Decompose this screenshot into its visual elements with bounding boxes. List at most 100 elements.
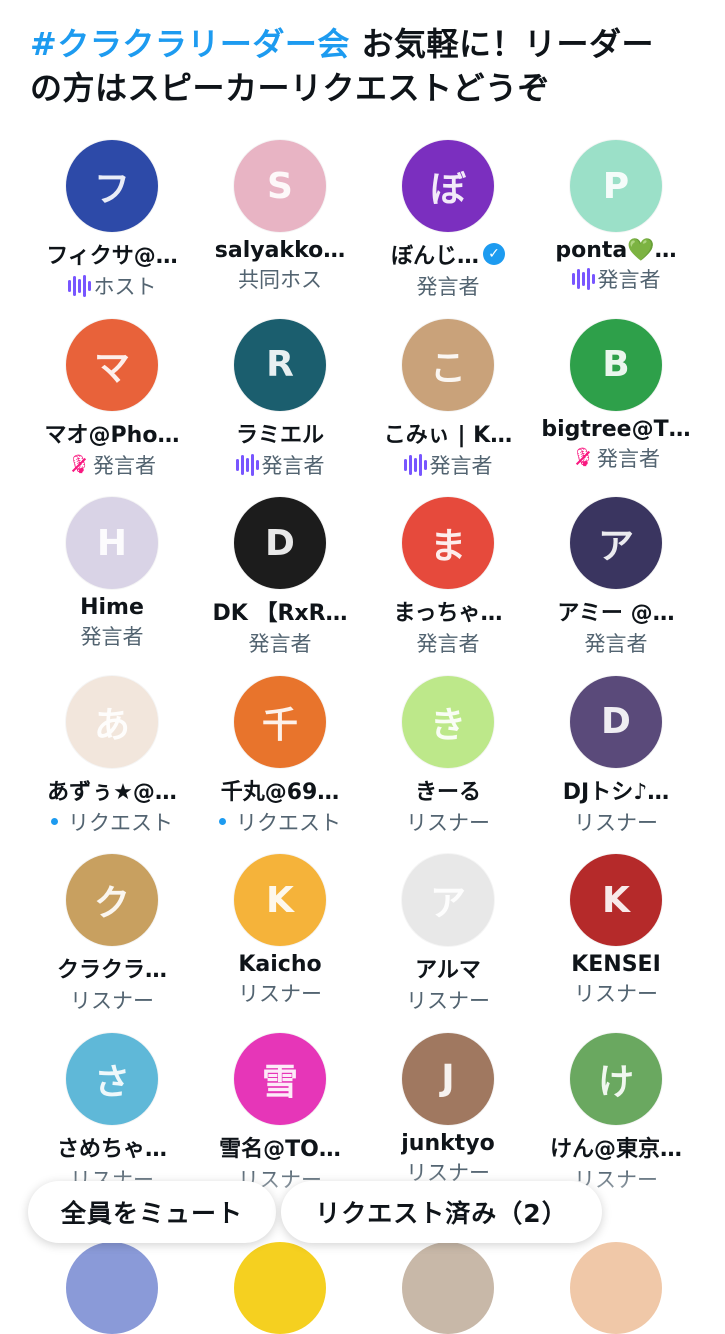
participant-card[interactable]: Pponta💚… 発言者 xyxy=(532,140,700,319)
participant-card[interactable]: Bbigtree@T… 🎙 発言者 xyxy=(532,318,700,498)
participant-name-text: あずぅ★@… xyxy=(47,779,177,805)
speaking-wave-icon xyxy=(235,453,259,477)
avatar[interactable]: ア xyxy=(570,497,662,589)
avatar-glyph: き xyxy=(429,704,466,746)
participant-card[interactable]: ママオ@Pho… 🎙 発言者 xyxy=(28,318,196,498)
avatar[interactable]: R xyxy=(234,318,326,411)
participant-role: 共同ホス xyxy=(238,264,322,294)
avatar[interactable] xyxy=(66,1242,158,1334)
avatar[interactable]: マ xyxy=(66,318,158,411)
participant-name: 雪名@TO… xyxy=(219,1131,341,1163)
avatar[interactable] xyxy=(234,1242,326,1334)
participant-name: junktyo xyxy=(401,1131,494,1156)
avatar[interactable]: ぼ xyxy=(402,140,494,232)
participant-role: 発言者 xyxy=(81,621,144,651)
participant-grid: フフィクサ@… ホスト Ssalyakko… 共同ホスぼぼんじ… ✓ 発言者 Pponta💚… xyxy=(28,140,700,1211)
participant-name-text: Kaicho xyxy=(238,952,322,977)
participant-name: DK 【RxR… xyxy=(212,595,347,627)
participant-name-text: ponta💚… xyxy=(555,238,677,263)
mute-all-button[interactable]: 全員をミュート xyxy=(28,1181,276,1243)
participant-card[interactable]: ままっちゃ… 発言者 xyxy=(364,497,532,676)
participant-role: リクエスト xyxy=(51,807,173,837)
avatar[interactable]: B xyxy=(570,318,662,411)
avatar[interactable]: 千 xyxy=(234,675,326,768)
participant-role: リスナー xyxy=(238,978,322,1008)
participant-card[interactable]: ああずぅ★@… リクエスト xyxy=(28,675,196,855)
avatar-glyph: B xyxy=(602,344,630,385)
space-title: #クラクラリーダー会 お気軽に！リーダーの方はスピーカーリクエストどうぞ xyxy=(30,22,670,110)
avatar[interactable]: ま xyxy=(402,497,494,589)
participant-name: さめちゃ… xyxy=(57,1131,167,1163)
participant-role-text: リクエスト xyxy=(236,810,341,835)
participant-card[interactable]: アアミー @… 発言者 xyxy=(532,497,700,676)
participant-card[interactable]: H Hime 発言者 xyxy=(28,497,196,676)
participant-name: アミー @… xyxy=(557,595,674,627)
participant-card[interactable]: D DJトシ♪… リスナー xyxy=(532,675,700,855)
avatar[interactable]: こ xyxy=(402,318,494,411)
avatar[interactable] xyxy=(570,1242,662,1334)
avatar[interactable]: S xyxy=(234,140,326,232)
participant-role: 発言者 xyxy=(417,271,480,301)
avatar[interactable]: 雪 xyxy=(234,1032,326,1125)
avatar[interactable]: D xyxy=(570,675,662,768)
participant-name-text: 千丸@69… xyxy=(220,779,340,805)
participant-name-text: きーる xyxy=(414,779,481,805)
avatar-glyph: J xyxy=(441,1058,455,1099)
avatar[interactable]: H xyxy=(66,497,158,589)
participant-role: ホスト xyxy=(67,271,157,301)
avatar[interactable]: フ xyxy=(66,140,158,232)
avatar[interactable]: J xyxy=(402,1032,494,1125)
avatar[interactable]: け xyxy=(570,1032,662,1125)
avatar[interactable]: ア xyxy=(402,854,494,946)
avatar-glyph: K xyxy=(266,879,294,921)
avatar[interactable] xyxy=(402,1242,494,1334)
participant-card[interactable]: ぼぼんじ… ✓ 発言者 xyxy=(364,140,532,319)
participant-name-text: ぼんじ… xyxy=(390,244,479,269)
participant-role: 発言者 xyxy=(249,628,312,658)
requested-button[interactable]: リクエスト済み（2） xyxy=(281,1181,602,1243)
participant-role: 発言者 xyxy=(571,264,661,294)
participant-role: リスナー xyxy=(406,807,490,837)
avatar-glyph: 千 xyxy=(261,704,298,746)
participant-card[interactable]: ききーる リスナー xyxy=(364,675,532,855)
avatar[interactable]: き xyxy=(402,675,494,768)
participant-role-text: 発言者 xyxy=(416,275,480,299)
avatar-glyph: 雪 xyxy=(261,1061,298,1103)
participant-name-text: DJトシ♪… xyxy=(562,779,670,805)
participant-name: まっちゃ… xyxy=(393,595,502,627)
participant-role: 発言者 xyxy=(235,450,325,480)
avatar-glyph: S xyxy=(267,165,293,207)
avatar[interactable]: P xyxy=(570,140,662,232)
participant-name: ラミエル xyxy=(236,417,324,449)
avatar[interactable]: ク xyxy=(66,854,158,946)
participant-name: Kaicho xyxy=(238,952,321,977)
participant-card[interactable]: Ssalyakko… 共同ホス xyxy=(196,140,364,319)
participant-name: クラクラ… xyxy=(57,952,167,984)
participant-card[interactable]: K Kaicho リスナー xyxy=(196,854,364,1033)
participant-role-text: リスナー xyxy=(406,989,490,1013)
participant-card[interactable]: ククラクラ… リスナー xyxy=(28,854,196,1033)
hashtag-link[interactable]: #クラクラリーダー会 xyxy=(30,25,350,63)
participant-name: フィクサ@… xyxy=(46,238,178,270)
avatar[interactable]: さ xyxy=(66,1032,158,1125)
participant-name-text: さめちゃ… xyxy=(56,1136,167,1162)
avatar-glyph: ま xyxy=(429,526,466,567)
participant-name: salyakko… xyxy=(215,238,345,263)
participant-card[interactable]: R ラミエル 発言者 xyxy=(196,318,364,498)
participant-card[interactable]: 千千丸@69… リクエスト xyxy=(196,675,364,855)
avatar[interactable]: D xyxy=(234,497,326,589)
participant-name-text: こみぃ | K… xyxy=(383,422,513,448)
avatar[interactable]: K xyxy=(234,854,326,946)
participant-card[interactable]: フフィクサ@… ホスト xyxy=(28,140,196,319)
participant-name: アルマ xyxy=(415,952,481,984)
participant-card[interactable]: K KENSEI リスナー xyxy=(532,854,700,1033)
participant-name-text: まっちゃ… xyxy=(393,601,503,626)
participant-card[interactable]: D DK 【RxR… 発言者 xyxy=(196,497,364,676)
avatar[interactable]: K xyxy=(570,854,662,946)
participant-role: 発言者 xyxy=(585,628,648,658)
participant-name: マオ@Pho… xyxy=(45,417,180,449)
participant-role: 発言者 xyxy=(403,450,493,480)
avatar[interactable]: あ xyxy=(66,675,158,768)
participant-card[interactable]: ここみぃ | K… 発言者 xyxy=(364,318,532,498)
participant-card[interactable]: アアルマ リスナー xyxy=(364,854,532,1033)
